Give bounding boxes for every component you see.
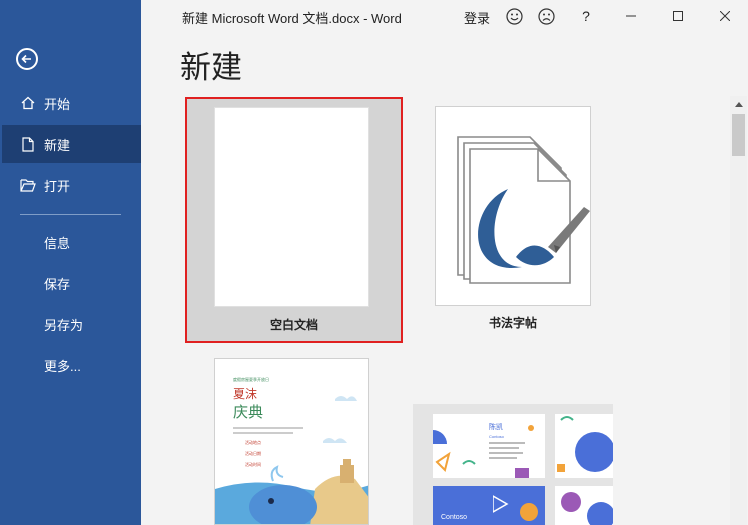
template-blank-document[interactable]: 空白文档 — [185, 97, 403, 343]
template-summer-flyer[interactable]: 度假房屋夏季开放日 夏沫 庆典 活动地点 活动日期 活动时间 — [214, 358, 369, 525]
maximize-button[interactable] — [655, 0, 701, 32]
nav-open[interactable]: 打开 — [0, 166, 141, 204]
business-card-side-shapes — [557, 416, 613, 472]
backstage-sidebar: 开始 新建 打开 信息 保存 另存为 更多... — [0, 0, 141, 525]
template-calligraphy[interactable]: 书法字帖 — [435, 106, 591, 336]
back-button[interactable] — [16, 48, 38, 70]
nav-save-label: 保存 — [44, 276, 71, 292]
business-card-back: Contoso — [433, 486, 545, 525]
blank-page-thumbnail — [214, 107, 369, 307]
scroll-up-button[interactable] — [730, 96, 747, 113]
business-card-front: 陈凯 Contoso — [433, 414, 545, 478]
nav-save[interactable]: 保存 — [0, 264, 141, 302]
nav-home-label: 开始 — [44, 96, 71, 112]
business-card-back-side — [555, 486, 613, 525]
calligraphy-thumbnail — [435, 106, 591, 306]
nav-open-label: 打开 — [44, 178, 71, 194]
folder-open-icon — [20, 177, 36, 193]
template-business-card[interactable]: 陈凯 Contoso Contoso — [413, 404, 613, 525]
caret-up-icon — [734, 102, 743, 107]
maximize-icon — [673, 11, 683, 21]
card-back-side-shapes — [561, 492, 613, 525]
close-button[interactable] — [702, 0, 748, 32]
nav-new-label: 新建 — [44, 137, 71, 153]
help-button[interactable]: ? — [577, 7, 595, 25]
card-text-line — [489, 452, 523, 454]
card-text-line — [489, 457, 517, 459]
minimize-button[interactable] — [608, 0, 654, 32]
template-blank-label: 空白文档 — [269, 318, 318, 332]
back-arrow-icon — [21, 54, 31, 64]
calligraphy-brush-icon — [457, 136, 590, 284]
close-icon — [720, 11, 730, 21]
frown-face-icon[interactable] — [537, 7, 555, 25]
minimize-icon — [626, 15, 636, 17]
business-card-thumbnail: 陈凯 Contoso Contoso — [413, 404, 613, 525]
new-document-icon — [20, 136, 36, 152]
nav-more[interactable]: 更多... — [0, 346, 141, 384]
template-calligraphy-label: 书法字帖 — [488, 316, 537, 330]
flyer-thumbnail: 度假房屋夏季开放日 夏沫 庆典 活动地点 活动日期 活动时间 — [214, 358, 369, 525]
page-title: 新建 — [180, 50, 242, 86]
nav-save-as[interactable]: 另存为 — [0, 305, 141, 343]
scroll-thumb[interactable] — [732, 114, 745, 156]
card-back-brand: Contoso — [441, 514, 468, 521]
sign-in-link[interactable]: 登录 — [464, 8, 490, 27]
smile-face-icon[interactable] — [505, 7, 523, 25]
card-name: 陈凯 — [489, 424, 503, 431]
card-back-shapes — [493, 495, 538, 521]
flyer-line1: 度假房屋夏季开放日 — [233, 377, 269, 382]
nav-more-label: 更多... — [44, 358, 81, 374]
vertical-scrollbar[interactable] — [730, 96, 747, 525]
business-card-side — [555, 414, 613, 478]
card-text-line — [489, 442, 525, 444]
nav-save-as-label: 另存为 — [44, 317, 84, 333]
card-text-line — [489, 447, 519, 449]
sidebar-divider — [20, 214, 121, 215]
card-brand: Contoso — [489, 434, 504, 439]
nav-new[interactable]: 新建 — [2, 125, 141, 163]
nav-info-label: 信息 — [44, 235, 71, 251]
home-icon — [20, 95, 36, 111]
flyer-illustration — [215, 396, 368, 524]
nav-home[interactable]: 开始 — [0, 84, 141, 122]
nav-info[interactable]: 信息 — [0, 223, 141, 261]
window-title: 新建 Microsoft Word 文档.docx - Word — [182, 11, 402, 26]
title-bar: 新建 Microsoft Word 文档.docx - Word 登录 ? — [141, 0, 748, 32]
